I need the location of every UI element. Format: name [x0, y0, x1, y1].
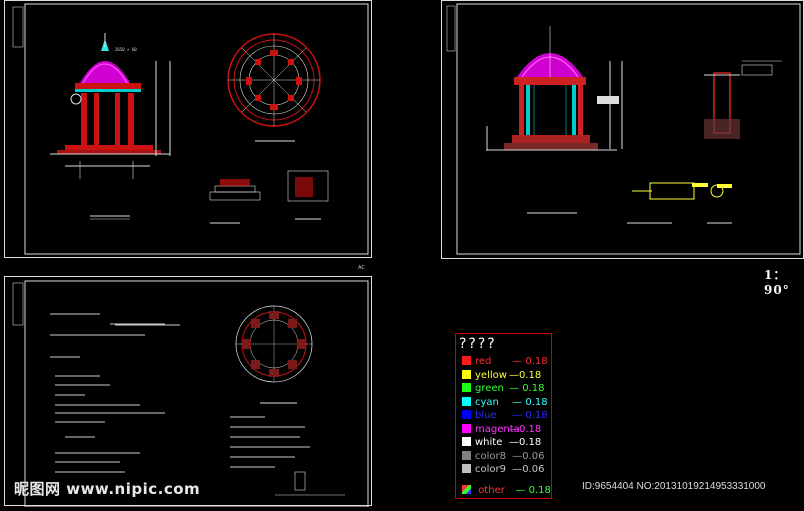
- legend-row-red: red — 0.18: [462, 356, 548, 368]
- legend-lineweight-value: 0.18: [519, 437, 542, 448]
- legend-row-other: other — 0.18: [462, 485, 551, 497]
- legend-lineweight-value: 0.18: [525, 356, 548, 367]
- scale-label: 1：90°: [764, 268, 790, 297]
- legend-row-magenta: magenta—0.18: [462, 423, 542, 436]
- legend-lineweight-value: 0.18: [525, 396, 548, 408]
- legend-color-name: green: [475, 383, 504, 394]
- legend-row-green: green — 0.18: [462, 383, 544, 395]
- legend-other-sep: —: [515, 485, 529, 496]
- white-swatch-icon: [462, 437, 471, 446]
- legend-separator: —: [509, 396, 526, 408]
- legend-separator: —: [509, 410, 526, 421]
- legend-separator: —: [509, 356, 526, 367]
- legend-row-color9: color9 —0.06: [462, 464, 544, 476]
- legend-lineweight-value: 0.06: [522, 464, 545, 475]
- other-swatch-icon: [462, 485, 471, 494]
- legend-row-cyan: cyan — 0.18: [462, 396, 548, 409]
- cyan-swatch-icon: [462, 396, 471, 406]
- legend-separator: —: [509, 383, 523, 394]
- legend-separator: —: [509, 423, 519, 435]
- legend-row-blue: blue — 0.18: [462, 410, 548, 422]
- lineweight-legend: ???? red — 0.18 yellow —0.18 green — 0.18 cya…: [455, 333, 552, 499]
- legend-color-name: magenta: [475, 423, 520, 435]
- drawing-sheet-elevation: 2650 × 60: [4, 0, 372, 258]
- legend-color-name: color8: [475, 450, 506, 462]
- legend-lineweight-value: 0.18: [519, 423, 542, 435]
- image-id-stamp: ID:9654404 NO:20131019214953331000: [582, 481, 766, 492]
- legend-separator: —: [509, 450, 523, 462]
- legend-separator: —: [509, 464, 523, 475]
- legend-color-name: red: [475, 356, 492, 367]
- blue-swatch-icon: [462, 410, 471, 419]
- section-drawing: [446, 3, 801, 255]
- legend-title: ????: [459, 336, 497, 352]
- corner-mark: AC: [358, 265, 365, 271]
- site-watermark: 昵图网 www.nipic.com: [14, 480, 201, 498]
- color8-swatch-icon: [462, 450, 471, 460]
- drawing-sheet-section: [441, 0, 804, 259]
- magenta-swatch-icon: [462, 423, 471, 433]
- legend-other-name: other: [478, 485, 505, 496]
- yellow-swatch-icon: [462, 369, 471, 379]
- drawing-sheet-notes: [4, 276, 372, 508]
- color9-swatch-icon: [462, 464, 471, 473]
- legend-color-name: cyan: [475, 396, 499, 408]
- notes-drawing: [12, 280, 369, 508]
- legend-lineweight-value: 0.06: [522, 450, 545, 462]
- legend-other-value: 0.18: [528, 485, 551, 496]
- legend-color-name: color9: [475, 464, 506, 475]
- legend-separator: —: [509, 437, 519, 448]
- legend-color-name: blue: [475, 410, 497, 421]
- legend-row-yellow: yellow —0.18: [462, 369, 542, 382]
- red-swatch-icon: [462, 356, 471, 365]
- legend-row-color8: color8 —0.06: [462, 450, 545, 463]
- legend-row-white: white —0.18: [462, 437, 541, 449]
- elevation-drawing: 2650 × 60: [12, 3, 369, 255]
- legend-lineweight-value: 0.18: [522, 383, 545, 394]
- green-swatch-icon: [462, 383, 471, 392]
- legend-color-name: white: [475, 437, 503, 448]
- svg-text:2650 × 60: 2650 × 60: [115, 47, 137, 52]
- legend-lineweight-value: 0.18: [519, 369, 542, 381]
- legend-separator: —: [509, 369, 519, 381]
- legend-color-name: yellow: [475, 369, 507, 381]
- legend-lineweight-value: 0.18: [525, 410, 548, 421]
